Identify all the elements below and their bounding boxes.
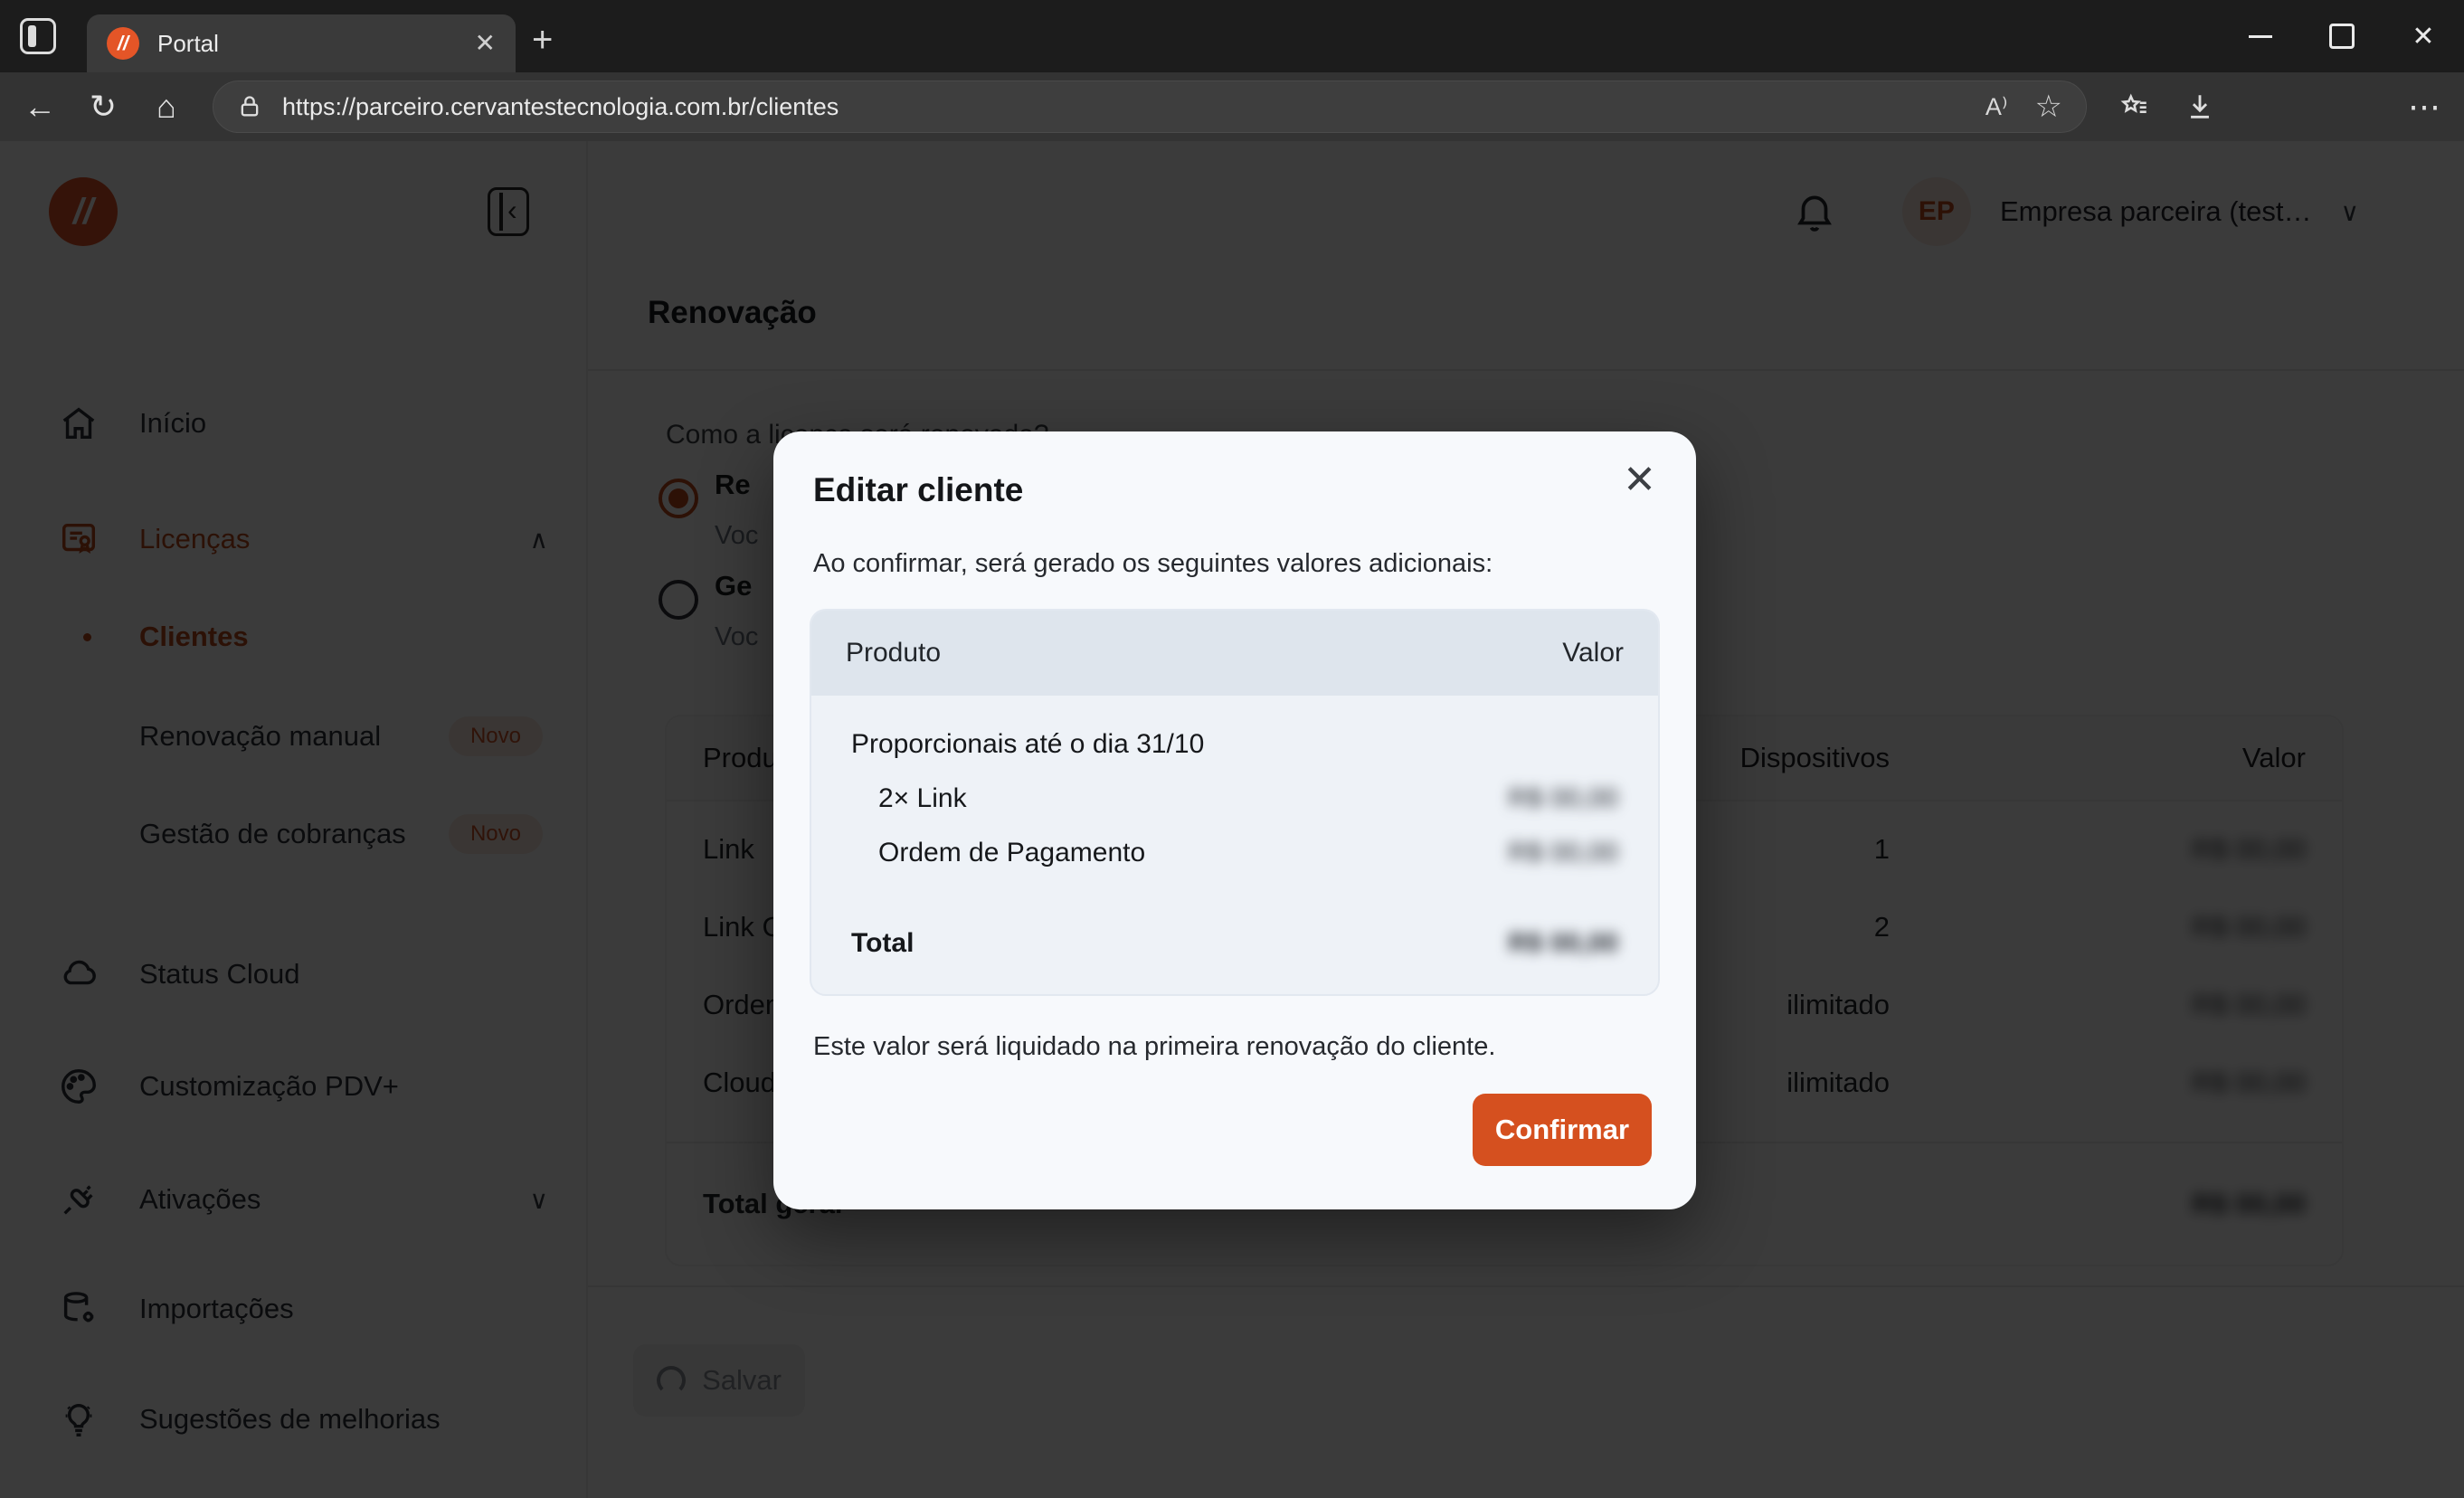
- masked-value: R$ 00,00: [1508, 783, 1618, 814]
- modal-title: Editar cliente: [813, 471, 1023, 509]
- col-produto: Produto: [846, 638, 1562, 668]
- reload-icon[interactable]: ↻: [76, 72, 130, 141]
- modal-intro-text: Ao confirmar, será gerado os seguintes v…: [813, 549, 1493, 579]
- modal-item-row: 2× Link R$ 00,00: [811, 772, 1658, 826]
- masked-value: R$ 00,00: [1508, 928, 1618, 959]
- new-tab-button[interactable]: +: [532, 20, 553, 61]
- modal-item-row: Ordem de Pagamento R$ 00,00: [811, 826, 1658, 880]
- read-aloud-icon[interactable]: A⁾: [1985, 93, 2008, 121]
- home-icon[interactable]: ⌂: [139, 72, 194, 141]
- window-maximize-button[interactable]: [2301, 0, 2383, 72]
- address-bar[interactable]: https://parceiro.cervantestecnologia.com…: [213, 81, 2087, 133]
- modal-table-header: Produto Valor: [811, 611, 1658, 696]
- tab-workspaces-icon[interactable]: [20, 18, 56, 54]
- lock-icon: [237, 94, 262, 119]
- site-favicon-icon: //: [107, 27, 139, 60]
- tab-close-icon[interactable]: ✕: [475, 31, 496, 56]
- masked-value: R$ 00,00: [1508, 838, 1618, 868]
- modal-total-row: Total R$ 00,00: [811, 916, 1658, 971]
- favorites-bar-icon[interactable]: [2108, 72, 2162, 141]
- browser-titlebar: // Portal ✕ + ✕: [0, 0, 2464, 72]
- col-valor: Valor: [1562, 638, 1624, 668]
- group-label-row: Proporcionais até o dia 31/10: [811, 717, 1658, 772]
- browser-toolbar: ← ↻ ⌂ https://parceiro.cervantestecnolog…: [0, 72, 2464, 141]
- favorite-star-icon[interactable]: ☆: [2035, 89, 2062, 125]
- browser-window: // Portal ✕ + ✕ ← ↻ ⌂ https://parceiro.c…: [0, 0, 2464, 1498]
- url-text[interactable]: https://parceiro.cervantestecnologia.com…: [282, 93, 1966, 121]
- downloads-icon[interactable]: [2173, 72, 2227, 141]
- close-icon[interactable]: ✕: [1623, 460, 1656, 500]
- confirm-button[interactable]: Confirmar: [1473, 1094, 1652, 1166]
- browser-menu-icon[interactable]: ⋯: [2397, 72, 2451, 141]
- window-minimize-button[interactable]: [2220, 0, 2301, 72]
- tab-title: Portal: [157, 30, 457, 58]
- modal-values-table: Produto Valor Proporcionais até o dia 31…: [810, 609, 1660, 996]
- edit-client-modal: Editar cliente ✕ Ao confirmar, será gera…: [773, 431, 1696, 1209]
- back-icon[interactable]: ←: [13, 72, 67, 141]
- modal-note: Este valor será liquidado na primeira re…: [813, 1032, 1495, 1062]
- browser-tab[interactable]: // Portal ✕: [87, 14, 516, 72]
- window-close-button[interactable]: ✕: [2383, 0, 2464, 72]
